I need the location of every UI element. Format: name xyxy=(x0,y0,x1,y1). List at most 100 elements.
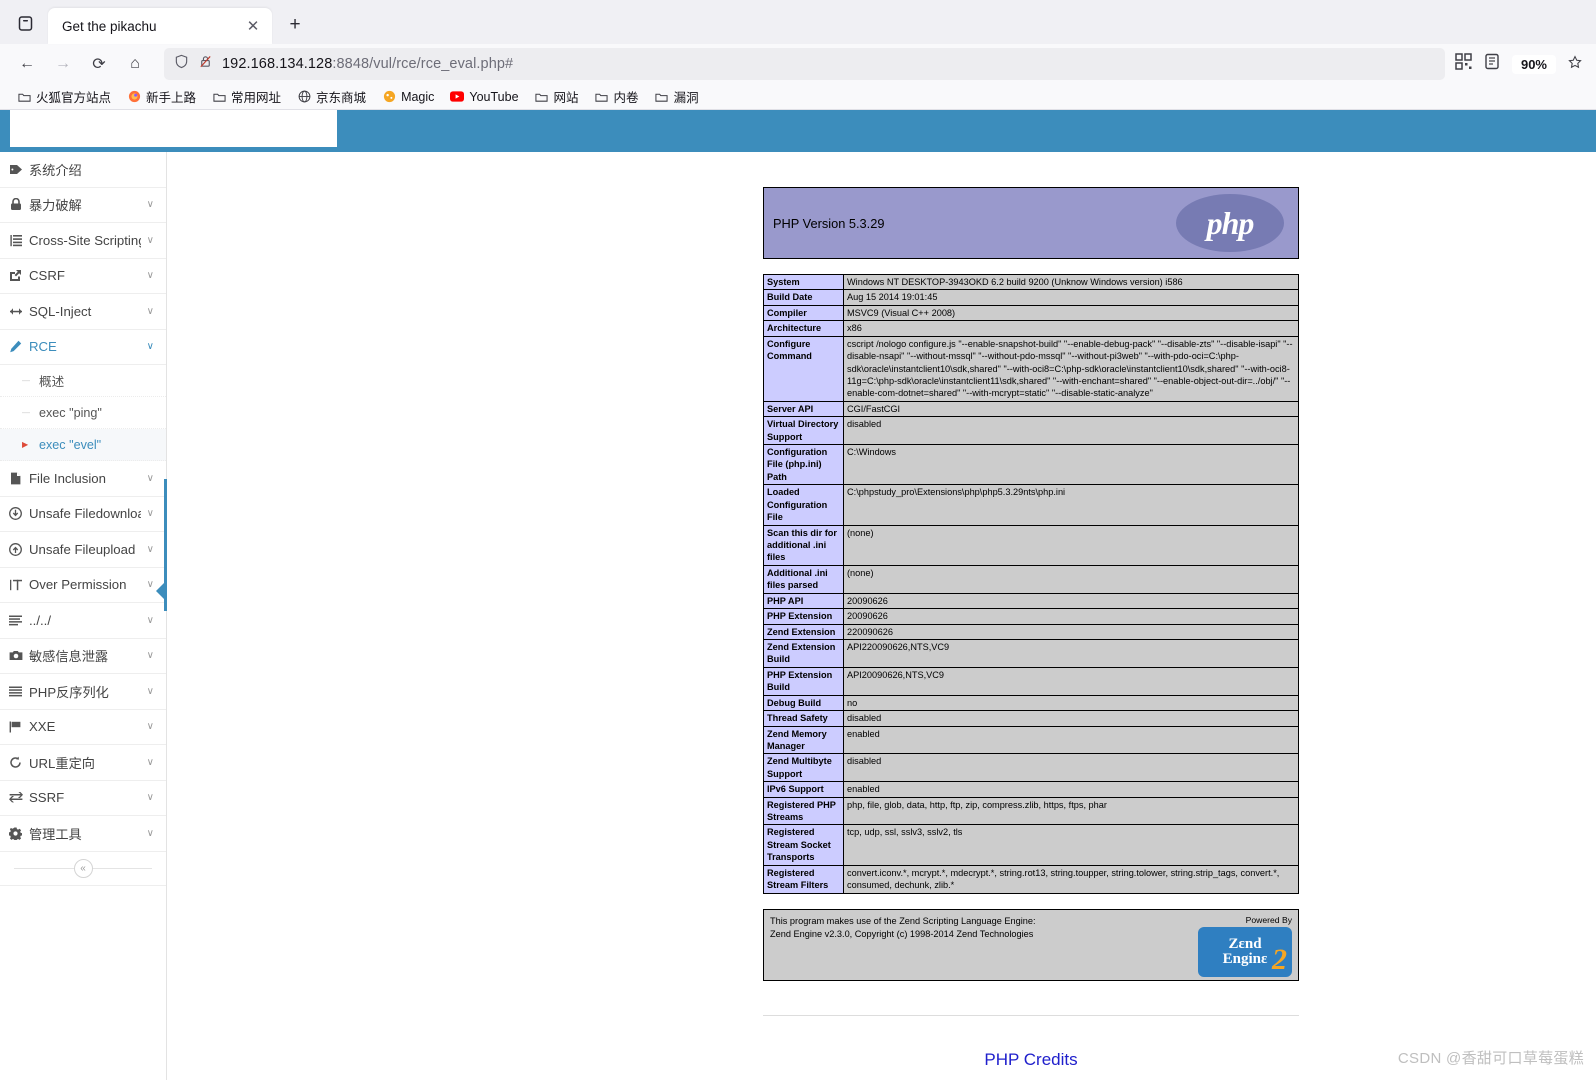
row-label: Zend Extension xyxy=(763,623,844,640)
table-row: PHP Extension 20090626 xyxy=(763,608,1299,625)
home-icon[interactable]: ⌂ xyxy=(118,48,152,80)
close-tab-icon[interactable]: ✕ xyxy=(242,15,264,37)
browser-window: Get the pikachu ✕ + ← → ⟳ ⌂ 192.168.134.… xyxy=(0,0,1596,1080)
sidebar-item-rce[interactable]: RCE ∨ xyxy=(0,329,166,365)
sidebar-item-sensitive-info-leak[interactable]: 敏感信息泄露 ∨ xyxy=(0,638,166,674)
sidebar-item-label: URL重定向 xyxy=(29,755,95,771)
sidebar-item-cross-site-scripting[interactable]: Cross-Site Scripting ∨ xyxy=(0,223,166,259)
bookmark-item[interactable]: YouTube xyxy=(443,88,525,106)
chevron-down-icon: ∨ xyxy=(146,341,154,353)
sidebar-item-path-traversal[interactable]: ../../ ∨ xyxy=(0,603,166,639)
sidebar-item-system-intro[interactable]: 系统介绍 xyxy=(0,152,166,188)
bookmark-star-icon[interactable] xyxy=(1568,54,1582,74)
address-bar[interactable]: 192.168.134.128:8848/vul/rce/rce_eval.ph… xyxy=(164,48,1445,80)
forward-icon[interactable]: → xyxy=(46,48,80,80)
chevron-down-icon: ∨ xyxy=(146,827,154,839)
flag-icon xyxy=(8,721,23,733)
bookmark-item[interactable]: 网站 xyxy=(528,85,586,108)
sidebar-item-csrf[interactable]: CSRF ∨ xyxy=(0,258,166,294)
php-logo-text: php xyxy=(1206,204,1255,241)
sidebar-item-file-inclusion[interactable]: File Inclusion ∨ xyxy=(0,461,166,497)
table-row: Server API CGI/FastCGI xyxy=(763,400,1299,418)
table-row: Registered PHP Streams php, file, glob, d… xyxy=(763,796,1299,826)
table-row: Configure Command cscript /nologo configu… xyxy=(763,335,1299,402)
csdn-watermark: CSDN @香甜可口草莓蛋糕 xyxy=(1397,1050,1584,1067)
bookmark-label: 网站 xyxy=(553,91,579,105)
table-row: Virtual Directory Support disabled xyxy=(763,416,1299,446)
table-row: PHP API 20090626 xyxy=(763,592,1299,610)
sidebar-item-label: File Inclusion xyxy=(29,470,106,486)
bookmark-item[interactable]: 火狐官方站点 xyxy=(10,85,118,108)
collapse-sidebar-button[interactable]: « xyxy=(73,858,93,878)
table-row: Configuration File (php.ini) Path C:\Wind… xyxy=(763,444,1299,486)
php-credits-link[interactable]: PHP Credits xyxy=(763,1050,1299,1070)
sidebar-item-url-redirect[interactable]: URL重定向 ∨ xyxy=(0,745,166,781)
table-row: Debug Build no xyxy=(763,694,1299,712)
page-body: 系统介绍 暴力破解 ∨ Cross-Site Scripting ∨ CSRF … xyxy=(0,152,1596,1080)
site-logo-placeholder xyxy=(10,110,337,147)
row-label: Zend Multibyte Support xyxy=(763,753,844,783)
folder-icon xyxy=(595,90,609,104)
row-value: MSVC9 (Visual C++ 2008) xyxy=(843,304,1299,322)
zoom-level-indicator[interactable]: 90% xyxy=(1511,54,1556,74)
zend-credit-line-2: Zend Engine v2.3.0, Copyright (c) 1998-2… xyxy=(770,929,1034,940)
bookmark-label: 常用网址 xyxy=(231,91,282,105)
row-label: System xyxy=(763,273,844,291)
sidebar-subitem-label: 概述 xyxy=(39,375,65,389)
bookmark-label: Magic xyxy=(401,89,435,104)
row-label: Server API xyxy=(763,400,844,418)
row-value: 20090626 xyxy=(843,608,1299,625)
chevron-down-icon: ∨ xyxy=(146,508,154,520)
row-value: API20090626,NTS,VC9 xyxy=(843,666,1299,696)
back-icon[interactable]: ← xyxy=(10,48,44,80)
list-all-tabs-icon[interactable] xyxy=(8,6,42,40)
chevron-down-icon: ∨ xyxy=(146,650,154,662)
table-row: IPv6 Support enabled xyxy=(763,781,1299,798)
bookmarks-bar: 火狐官方站点 新手上路 常用网址 京东商城 Magic YouTube 网站 内… xyxy=(0,84,1596,110)
row-value: x86 xyxy=(843,320,1299,337)
chevron-down-icon: ∨ xyxy=(146,579,154,591)
sidebar-item-label: PHP反序列化 xyxy=(29,684,109,700)
bookmark-item[interactable]: Magic xyxy=(375,88,441,106)
sidebar-item-sql-inject[interactable]: SQL-Inject ∨ xyxy=(0,294,166,330)
inject-icon xyxy=(8,306,23,317)
reader-view-icon[interactable] xyxy=(1484,53,1500,75)
sidebar-item-xxe[interactable]: XXE ∨ xyxy=(0,709,166,745)
sidebar-item-admin-tools[interactable]: 管理工具 ∨ xyxy=(0,816,166,852)
sidebar-subitem-exec-evel[interactable]: ▶ exec "evel" xyxy=(0,429,166,461)
qr-code-icon[interactable] xyxy=(1455,53,1472,75)
bookmark-item[interactable]: 新手上路 xyxy=(120,85,203,108)
sidebar-collapse-row: « xyxy=(0,852,166,886)
zend-logo-line-1: Zεnd xyxy=(1228,935,1262,952)
insecure-lock-icon[interactable] xyxy=(198,54,213,74)
phpinfo-core-table: System Windows NT DESKTOP-3943OKD 6.2 bui… xyxy=(763,273,1299,894)
new-tab-icon[interactable]: + xyxy=(280,10,310,40)
bookmark-item[interactable]: 京东商城 xyxy=(290,85,373,108)
magic-icon xyxy=(382,90,396,104)
sidebar-item-php-unserialize[interactable]: PHP反序列化 ∨ xyxy=(0,674,166,710)
sidebar-item-brute-force[interactable]: 暴力破解 ∨ xyxy=(0,187,166,223)
shield-icon[interactable] xyxy=(174,54,189,74)
sidebar-item-over-permission[interactable]: Over Permission ∨ xyxy=(0,567,166,603)
list-icon xyxy=(8,615,23,626)
bookmark-item[interactable]: 常用网址 xyxy=(205,85,288,108)
bookmark-label: YouTube xyxy=(469,89,519,104)
sidebar-item-ssrf[interactable]: SSRF ∨ xyxy=(0,780,166,816)
row-value: enabled xyxy=(843,725,1299,755)
sidebar-item-label: 敏感信息泄露 xyxy=(29,649,109,665)
firefox-icon xyxy=(127,90,141,104)
sidebar-subitem-overview[interactable]: — 概述 xyxy=(0,365,166,397)
php-logo-icon: php xyxy=(1176,194,1284,252)
sidebar-subitem-exec-ping[interactable]: — exec "ping" xyxy=(0,397,166,429)
chevron-down-icon: ∨ xyxy=(146,721,154,733)
upload-icon xyxy=(8,542,23,556)
row-label: PHP Extension xyxy=(763,608,844,625)
reload-icon[interactable]: ⟳ xyxy=(82,48,116,80)
browser-tab[interactable]: Get the pikachu ✕ xyxy=(48,8,272,44)
row-value: Windows NT DESKTOP-3943OKD 6.2 build 920… xyxy=(843,273,1299,291)
table-row: Registered Stream Filters convert.iconv.*… xyxy=(763,864,1299,894)
bookmark-item[interactable]: 漏洞 xyxy=(648,85,706,108)
bookmark-item[interactable]: 内卷 xyxy=(588,85,646,108)
sidebar-item-unsafe-filedownload[interactable]: Unsafe Filedownload ∨ xyxy=(0,496,166,532)
sidebar-item-unsafe-fileupload[interactable]: Unsafe Fileupload ∨ xyxy=(0,532,166,568)
